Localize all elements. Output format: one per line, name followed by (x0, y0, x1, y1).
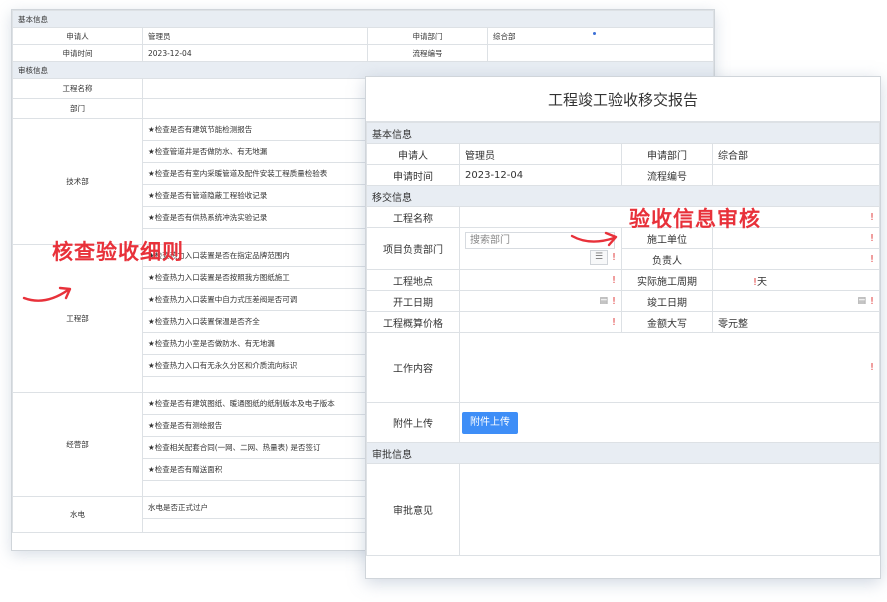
applicant-value: 管理员 (459, 143, 622, 165)
opinion-textarea[interactable] (459, 463, 880, 556)
transfer-section: 移交信息 (366, 185, 880, 207)
cursor-dot (593, 32, 596, 35)
required-mark: ! (869, 362, 874, 373)
checklist-dept: 技术部 (12, 118, 143, 245)
work-content-textarea[interactable]: ! (459, 332, 880, 403)
required-mark: ! (611, 295, 616, 307)
checklist-dept: 经营部 (12, 392, 143, 497)
required-mark: ! (611, 252, 616, 263)
amount-caps-value: 零元整 (712, 311, 880, 333)
attach-upload-button[interactable]: 附件上传 (462, 411, 518, 434)
opinion-label: 审批意见 (366, 463, 460, 556)
manager-dept-label: 项目负责部门 (366, 227, 460, 270)
back-project-name-label: 工程名称 (12, 78, 143, 99)
back-applicant-value: 管理员 (142, 27, 368, 45)
completion-transfer-form: 工程竣工验收移交报告 基本信息 申请人 管理员 申请部门 综合部 申请时间 20… (365, 76, 881, 579)
required-mark: ! (869, 232, 874, 244)
period-input[interactable]: !天 (712, 269, 880, 291)
required-mark: ! (869, 253, 874, 265)
period-unit: 天 (757, 276, 768, 288)
required-mark: ! (869, 211, 874, 223)
work-label: 工作内容 (366, 332, 460, 403)
person-label: 负责人 (621, 248, 713, 270)
date-value: 2023-12-04 (459, 164, 622, 186)
attach-cell: 附件上传 (459, 402, 880, 443)
location-label: 工程地点 (366, 269, 460, 291)
front-basic-section: 基本信息 (366, 122, 880, 144)
budget-input[interactable]: ! (459, 311, 622, 333)
required-mark: ! (611, 274, 616, 286)
amount-caps-label: 金额大写 (621, 311, 713, 333)
flow-label: 流程编号 (621, 164, 713, 186)
finish-date-input[interactable]: ! ▤ (712, 290, 880, 312)
calendar-icon[interactable]: ▤ (599, 296, 608, 306)
back-date-label: 申请时间 (12, 44, 143, 62)
flow-number-field[interactable] (712, 164, 880, 186)
person-input[interactable]: ! (712, 248, 880, 270)
arrow-right-icon (570, 231, 618, 247)
start-label: 开工日期 (366, 290, 460, 312)
period-label: 实际施工周期 (621, 269, 713, 291)
dept-value: 综合部 (712, 143, 880, 165)
approve-section: 审批信息 (366, 442, 880, 464)
back-date-value: 2023-12-04 (142, 44, 368, 62)
finish-label: 竣工日期 (621, 290, 713, 312)
back-applicant-label: 申请人 (12, 27, 143, 45)
project-name-label: 工程名称 (366, 206, 460, 228)
dept-label: 申请部门 (621, 143, 713, 165)
location-input[interactable]: ! (459, 269, 622, 291)
back-col-dept: 部门 (12, 98, 143, 119)
back-flow-value[interactable] (487, 44, 714, 62)
attach-label: 附件上传 (366, 402, 460, 443)
start-date-input[interactable]: ! ▤ (459, 290, 622, 312)
back-dept-label: 申请部门 (367, 27, 488, 45)
annotation-right: 验收信息审核 (629, 207, 761, 231)
arrow-left-icon (22, 286, 72, 302)
back-flow-label: 流程编号 (367, 44, 488, 62)
back-dept-value: 综合部 (487, 27, 714, 45)
annotation-left: 核查验收细则 (52, 240, 184, 264)
checklist-dept: 水电 (12, 496, 143, 533)
back-basic-section: 基本信息 (12, 10, 714, 28)
page-title: 工程竣工验收移交报告 (366, 77, 880, 122)
budget-label: 工程概算价格 (366, 311, 460, 333)
date-label: 申请时间 (366, 164, 460, 186)
calendar-icon[interactable]: ▤ (857, 296, 866, 306)
applicant-label: 申请人 (366, 143, 460, 165)
tree-icon[interactable]: ☰ (589, 250, 608, 265)
required-mark: ! (869, 295, 874, 307)
required-mark: ! (611, 316, 616, 328)
front-form-table: 基本信息 申请人 管理员 申请部门 综合部 申请时间 2023-12-04 流程… (366, 122, 880, 556)
checklist-dept: 工程部 (12, 244, 143, 393)
